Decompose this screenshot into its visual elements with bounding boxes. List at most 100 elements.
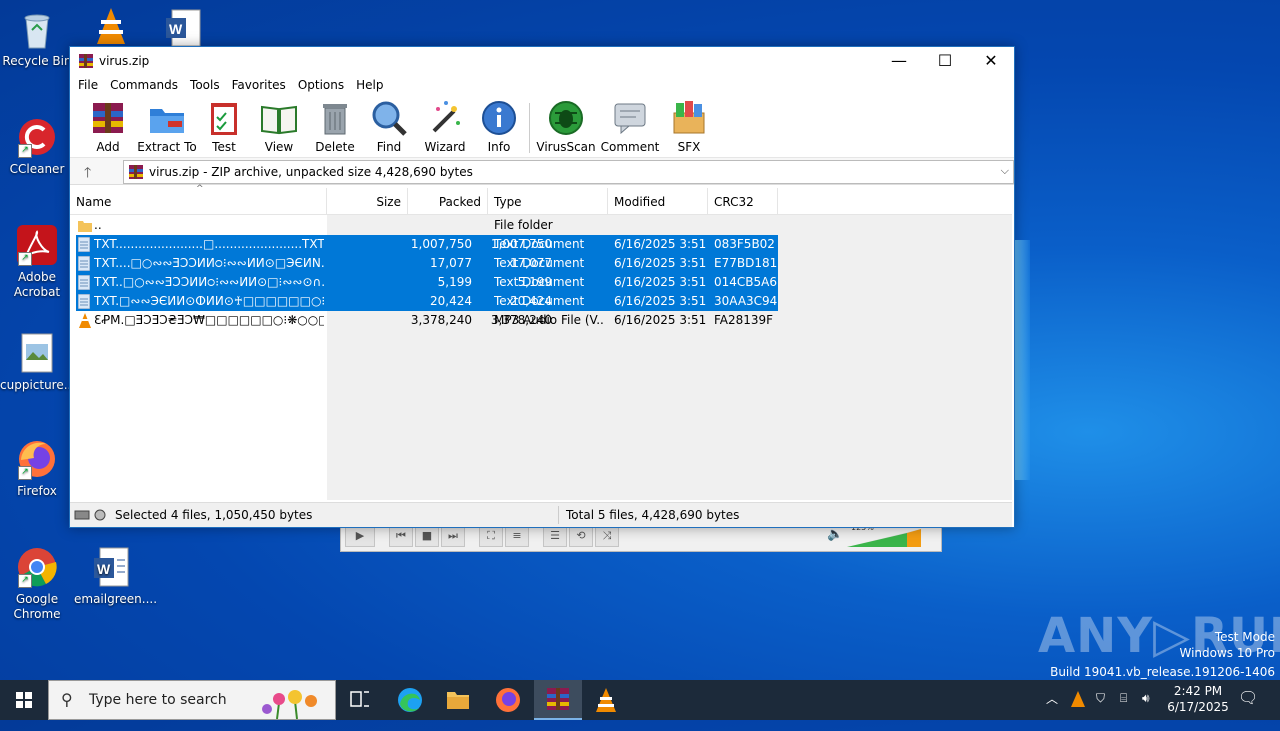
file-modified: 6/16/2025 3:51 ...: [614, 294, 710, 308]
desktop-icon-cuppicture[interactable]: cuppicture....: [0, 332, 79, 393]
menu-options[interactable]: Options: [292, 75, 350, 92]
menu-tools[interactable]: Tools: [184, 75, 226, 92]
file-type: Text Document: [494, 294, 585, 308]
status-bar: Selected 4 files, 1,050,450 bytes Total …: [70, 502, 1012, 527]
network-icon[interactable]: ⌸: [1120, 691, 1127, 731]
taskbar-task-view[interactable]: [336, 680, 384, 720]
info-button[interactable]: Info: [467, 99, 531, 154]
sfx-button[interactable]: SFX: [657, 99, 721, 154]
winrar-icon: [547, 688, 569, 710]
loop-icon[interactable]: ⟲: [569, 525, 593, 547]
add-button[interactable]: Add: [76, 99, 140, 154]
desktop-icon-firefox[interactable]: ↗ Firefox: [0, 438, 74, 499]
minimize-button[interactable]: —: [876, 47, 922, 75]
recycle-bin-icon: [16, 8, 58, 50]
view-label: View: [264, 140, 294, 154]
column-header-packed[interactable]: Packed: [408, 188, 488, 214]
virus-scan-icon: [547, 99, 585, 137]
column-header-type[interactable]: Type: [488, 188, 608, 214]
speaker-icon[interactable]: 🔈: [827, 527, 843, 542]
chrome-icon: ↗: [16, 546, 58, 588]
menu-favorites[interactable]: Favorites: [226, 75, 292, 92]
table-row[interactable]: TXT..□○∾∾ƎƆƆИИ੦⁝∾∾ИИ⊙□⁝∾∾⊙∩... 5,199 5,1…: [76, 273, 778, 292]
fullscreen-icon[interactable]: ⛶: [479, 525, 503, 547]
previous-icon[interactable]: ⏮: [389, 525, 413, 547]
volume-slider[interactable]: 125%: [847, 523, 921, 547]
file-crc32: 30AA3C94: [714, 294, 778, 308]
menu-file[interactable]: File: [72, 75, 104, 92]
search-placeholder: Type here to search: [89, 692, 227, 708]
taskbar-file-explorer[interactable]: [434, 680, 482, 720]
search-highlight-flowers-icon: [257, 683, 327, 720]
winrar-window: virus.zip — ☐ ✕ File Commands Tools Favorit…: [69, 46, 1015, 528]
desktop-icon-ccleaner[interactable]: ↗ CCleaner: [0, 116, 74, 177]
menu-bar: File Commands Tools Favorites Options Help: [70, 75, 1014, 97]
desktop-icon-google-chrome[interactable]: ↗ Google Chrome: [0, 546, 74, 622]
desktop-icon-adobe-acrobat[interactable]: ↗ Adobe Acrobat: [0, 224, 74, 300]
desktop-icon-label: Recycle Bin: [2, 54, 72, 68]
taskbar-edge[interactable]: [386, 680, 434, 720]
desktop-icon-emailgreen[interactable]: W emailgreen....: [74, 546, 158, 607]
address-bar: 🡑 virus.zip - ZIP archive, unpacked size…: [70, 158, 1014, 185]
show-hidden-icons-icon[interactable]: ︿: [1046, 690, 1058, 730]
view-button[interactable]: View: [247, 99, 311, 154]
next-icon[interactable]: ⏭: [441, 525, 465, 547]
close-button[interactable]: ✕: [968, 47, 1014, 75]
desktop-icon-label: Google Chrome: [13, 592, 61, 621]
word-desktop-icon[interactable]: W: [164, 8, 204, 48]
play-icon[interactable]: ▶: [345, 525, 375, 547]
file-name: ..: [94, 218, 102, 232]
maximize-button[interactable]: ☐: [922, 47, 968, 75]
find-button[interactable]: Find: [357, 99, 421, 154]
extract-to-label: Extract To: [137, 140, 197, 154]
virusscan-button[interactable]: VirusScan: [534, 99, 598, 154]
table-row[interactable]: .. File folder: [76, 216, 778, 235]
volume-icon[interactable]: 🔊︎: [1142, 691, 1150, 731]
file-crc32: 014CB5A6: [714, 275, 777, 289]
archive-path-field[interactable]: virus.zip - ZIP archive, unpacked size 4…: [123, 160, 1014, 184]
extract-folder-icon: [148, 99, 186, 137]
defender-icon[interactable]: ⛉: [1096, 691, 1105, 731]
extended-settings-icon[interactable]: ≡: [505, 525, 529, 547]
taskbar-firefox[interactable]: [484, 680, 532, 720]
image-file-icon: [16, 332, 58, 374]
shortcut-arrow-icon: ↗: [18, 144, 32, 158]
title-bar[interactable]: virus.zip — ☐ ✕: [70, 47, 1014, 75]
desktop-icon-label: Firefox: [17, 484, 57, 498]
playlist-icon[interactable]: ☰: [543, 525, 567, 547]
notification-center-icon[interactable]: 🗨: [1238, 688, 1258, 728]
taskbar-vlc[interactable]: [582, 680, 630, 720]
info-label: Info: [487, 140, 511, 154]
taskbar-winrar[interactable]: [534, 680, 582, 720]
table-row[interactable]: TXT.......................□.............…: [76, 235, 778, 254]
desktop-icon-recycle-bin[interactable]: Recycle Bin: [0, 8, 74, 69]
up-arrow-icon[interactable]: 🡑: [84, 162, 91, 186]
taskbar: ⚲ Type here to search ︿ ⛉ ⌸ 🔊︎ 2:42 PM 6…: [0, 680, 1280, 720]
chevron-down-icon[interactable]: ⌵: [1001, 164, 1009, 178]
vlc-desktop-icon[interactable]: [92, 6, 130, 46]
menu-commands[interactable]: Commands: [104, 75, 184, 92]
column-header-modified[interactable]: Modified: [608, 188, 708, 214]
comment-button[interactable]: Comment: [598, 99, 662, 154]
add-archive-icon: [89, 99, 127, 137]
column-header-crc32[interactable]: CRC32: [708, 188, 778, 214]
extract-to-button[interactable]: Extract To: [134, 99, 200, 154]
column-header-size[interactable]: Size: [327, 188, 408, 214]
taskbar-search-box[interactable]: ⚲ Type here to search: [48, 680, 336, 720]
desktop-icon-label: emailgreen....: [74, 592, 158, 606]
start-button[interactable]: [0, 680, 48, 720]
table-row[interactable]: TXT....□○∾∾ƎƆƆИИ੦⁝∾∾ИИ⊙□ЭЄИN... 17,077 1…: [76, 254, 778, 273]
status-separator: [558, 506, 559, 524]
taskbar-clock[interactable]: 2:42 PM 6/17/2025: [1160, 683, 1236, 715]
menu-help[interactable]: Help: [350, 75, 389, 92]
stop-icon[interactable]: ■: [415, 525, 439, 547]
toolbar-separator: [529, 103, 530, 153]
vlc-tray-icon[interactable]: [1070, 690, 1086, 730]
table-row[interactable]: ƐꝒM.□ƎƆƎƆ₴ƎƆ₩□□□□□□○⁝❋○○□❋... 3,378,240 …: [76, 311, 778, 330]
table-row[interactable]: TXT.□∾∾ЭЄИИ⊙ⵀИИ⊙♰□□□□□□○⁝❋... 20,424 20,…: [76, 292, 778, 311]
folder-icon: [447, 692, 469, 709]
text-document-icon: [77, 255, 91, 272]
shuffle-icon[interactable]: ⤨: [595, 525, 619, 547]
ccleaner-icon: ↗: [16, 116, 58, 158]
firefox-icon: ↗: [16, 438, 58, 480]
